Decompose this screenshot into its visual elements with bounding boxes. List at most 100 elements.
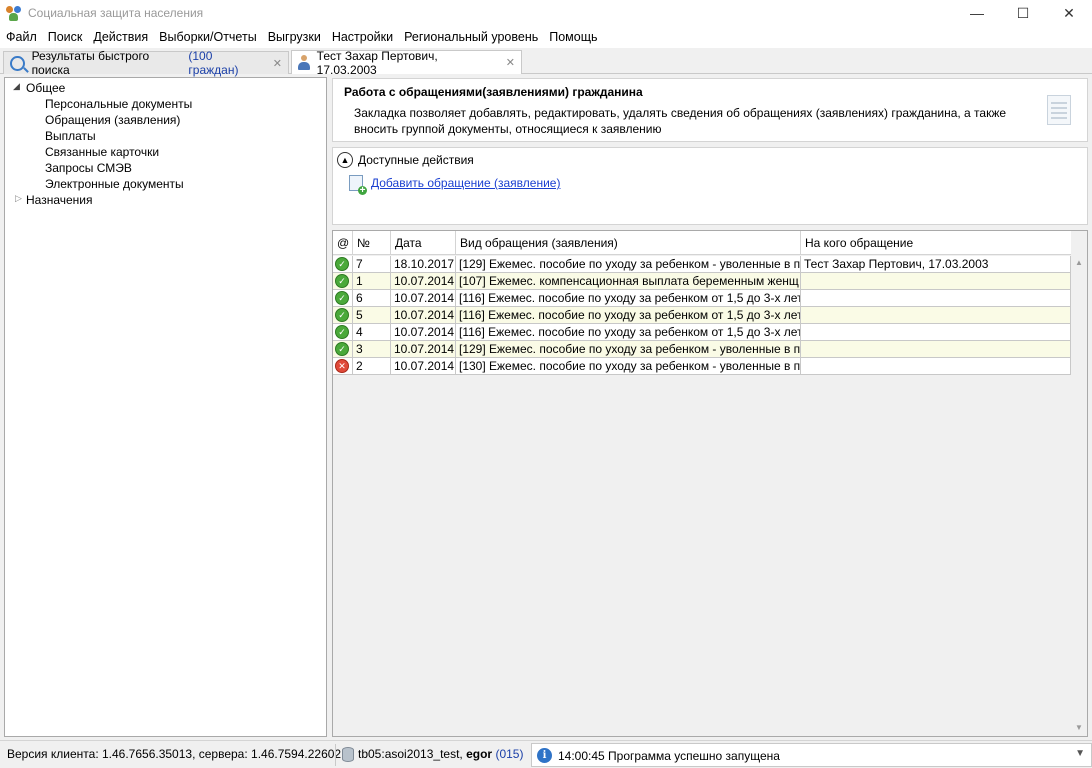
cell-kind[interactable]: [116] Ежемес. пособие по уходу за ребенк… (456, 290, 801, 307)
cell-date[interactable]: 10.07.2014 (391, 290, 456, 307)
info-box: Работа с обращениями(заявлениями) гражда… (332, 78, 1088, 142)
tree-item-linked-cards[interactable]: Связанные карточки (45, 144, 159, 160)
menu-file[interactable]: Файл (2, 26, 44, 48)
menu-bar: Файл Поиск Действия Выборки/Отчеты Выгру… (0, 26, 1092, 48)
cell-number[interactable]: 4 (353, 324, 391, 341)
header-status[interactable]: @ (333, 231, 353, 255)
actions-title: Доступные действия (358, 153, 474, 167)
status-separator (335, 744, 336, 766)
maximize-button[interactable]: ☐ (1000, 0, 1046, 26)
close-button[interactable]: ✕ (1046, 0, 1092, 26)
user-count: (015) (495, 747, 524, 761)
cell-whom[interactable] (801, 358, 1071, 375)
cell-status[interactable]: ✓ (333, 256, 353, 273)
cell-date[interactable]: 10.07.2014 (391, 341, 456, 358)
tree-item-personal-documents[interactable]: Персональные документы (45, 96, 192, 112)
check-icon: ✓ (335, 342, 349, 356)
cell-status[interactable]: ✓ (333, 341, 353, 358)
tree-item-applications[interactable]: Обращения (заявления) (45, 112, 180, 128)
cell-date[interactable]: 10.07.2014 (391, 358, 456, 375)
scroll-up-icon[interactable]: ▲ (1071, 255, 1087, 271)
cell-kind[interactable]: [129] Ежемес. пособие по уходу за ребенк… (456, 341, 801, 358)
table-row[interactable]: ✓ 1 10.07.2014 [107] Ежемес. компенсационна… (333, 273, 1071, 290)
cell-status[interactable]: ✓ (333, 273, 353, 290)
menu-actions[interactable]: Действия (89, 26, 155, 48)
minimize-button[interactable]: — (954, 0, 1000, 26)
user-name: egor (466, 747, 493, 761)
applications-grid: @ № Дата Вид обращения (заявления) На ко… (332, 230, 1088, 737)
header-kind[interactable]: Вид обращения (заявления) (456, 231, 801, 255)
cell-number[interactable]: 5 (353, 307, 391, 324)
vertical-scrollbar[interactable]: ▲ ▼ (1071, 231, 1087, 736)
cell-kind[interactable]: [107] Ежемес. компенсационная выплата бе… (456, 273, 801, 290)
menu-regional[interactable]: Региональный уровень (400, 26, 545, 48)
tree-collapsed-icon[interactable]: ▷ (15, 193, 22, 204)
scroll-down-icon[interactable]: ▼ (1071, 720, 1087, 736)
tree-expanded-icon[interactable]: ◢ (13, 81, 20, 92)
table-row[interactable]: ✓ 5 10.07.2014 [116] Ежемес. пособие по ухо… (333, 307, 1071, 324)
tab-strip: Результаты быстрого поиска (100 граждан)… (0, 48, 1092, 77)
tab-search-label: Результаты быстрого поиска (31, 49, 150, 77)
tree-item-assignments[interactable]: Назначения (26, 192, 93, 208)
status-message-box[interactable]: i 14:00:45 Программа успешно запущена ▼ (531, 743, 1092, 767)
cell-number[interactable]: 1 (353, 273, 391, 290)
cell-date[interactable]: 10.07.2014 (391, 307, 456, 324)
tab-person[interactable]: Тест Захар Пертович, 17.03.2003 ✕ (291, 48, 522, 77)
database-info: tb05:asoi2013_test, egor (015) (358, 747, 523, 761)
cell-kind[interactable]: [116] Ежемес. пособие по уходу за ребенк… (456, 307, 801, 324)
cell-status[interactable]: ✓ (333, 307, 353, 324)
tree-item-general[interactable]: Общее (26, 80, 65, 96)
cell-number[interactable]: 7 (353, 256, 391, 273)
cell-status[interactable]: ✓ (333, 290, 353, 307)
cell-kind[interactable]: [130] Ежемес. пособие по уходу за ребенк… (456, 358, 801, 375)
menu-reports[interactable]: Выборки/Отчеты (155, 26, 264, 48)
menu-settings[interactable]: Настройки (328, 26, 400, 48)
cell-status[interactable]: ✕ (333, 358, 353, 375)
version-info: Версия клиента: 1.46.7656.35013, сервера… (7, 747, 342, 761)
cell-whom[interactable]: Тест Захар Пертович, 17.03.2003 (801, 256, 1071, 273)
cell-whom[interactable] (801, 273, 1071, 290)
cell-date[interactable]: 10.07.2014 (391, 324, 456, 341)
table-row[interactable]: ✓ 3 10.07.2014 [129] Ежемес. пособие по ухо… (333, 341, 1071, 358)
check-icon: ✓ (335, 274, 349, 288)
chevron-down-icon[interactable]: ▼ (1075, 748, 1085, 759)
search-icon (10, 55, 25, 71)
tab-close-icon[interactable]: ✕ (273, 57, 282, 70)
cell-date[interactable]: 10.07.2014 (391, 273, 456, 290)
menu-search[interactable]: Поиск (44, 26, 90, 48)
cell-kind[interactable]: [116] Ежемес. пособие по уходу за ребенк… (456, 324, 801, 341)
table-row[interactable]: ✕ 2 10.07.2014 [130] Ежемес. пособие по ухо… (333, 358, 1071, 375)
tab-person-label: Тест Захар Пертович, 17.03.2003 (316, 48, 438, 77)
tree-item-payments[interactable]: Выплаты (45, 128, 96, 144)
tree-item-smev-requests[interactable]: Запросы СМЭВ (45, 160, 132, 176)
header-number[interactable]: № (353, 231, 391, 255)
info-text: Закладка позволяет добавлять, редактиров… (354, 106, 1007, 136)
database-icon (342, 747, 354, 762)
tab-close-icon[interactable]: ✕ (506, 56, 515, 69)
cell-number[interactable]: 3 (353, 341, 391, 358)
cell-whom[interactable] (801, 324, 1071, 341)
cell-status[interactable]: ✓ (333, 324, 353, 341)
window-title: Социальная защита населения (28, 6, 204, 20)
cell-number[interactable]: 2 (353, 358, 391, 375)
cell-kind[interactable]: [129] Ежемес. пособие по уходу за ребенк… (456, 256, 801, 273)
tab-search-results[interactable]: Результаты быстрого поиска (100 граждан)… (3, 49, 289, 77)
cell-whom[interactable] (801, 290, 1071, 307)
cell-date[interactable]: 18.10.2017 (391, 256, 456, 273)
header-whom[interactable]: На кого обращение (801, 231, 1071, 255)
document-icon (1047, 95, 1071, 125)
collapse-up-icon[interactable]: ▲ (337, 152, 353, 168)
table-row[interactable]: ✓ 6 10.07.2014 [116] Ежемес. пособие по ухо… (333, 290, 1071, 307)
add-application-link[interactable]: Добавить обращение (заявление) (371, 176, 560, 190)
menu-exports[interactable]: Выгрузки (264, 26, 328, 48)
table-row[interactable]: ✓ 7 18.10.2017 [129] Ежемес. пособие по ухо… (333, 256, 1071, 273)
cell-whom[interactable] (801, 307, 1071, 324)
tree-item-electronic-documents[interactable]: Электронные документы (45, 176, 184, 192)
cell-whom[interactable] (801, 341, 1071, 358)
cell-number[interactable]: 6 (353, 290, 391, 307)
menu-help[interactable]: Помощь (545, 26, 604, 48)
header-date[interactable]: Дата (391, 231, 456, 255)
actions-box: ▲ Доступные действия Добавить обращение … (332, 147, 1088, 225)
add-document-icon[interactable] (349, 175, 367, 195)
table-row[interactable]: ✓ 4 10.07.2014 [116] Ежемес. пособие по ухо… (333, 324, 1071, 341)
